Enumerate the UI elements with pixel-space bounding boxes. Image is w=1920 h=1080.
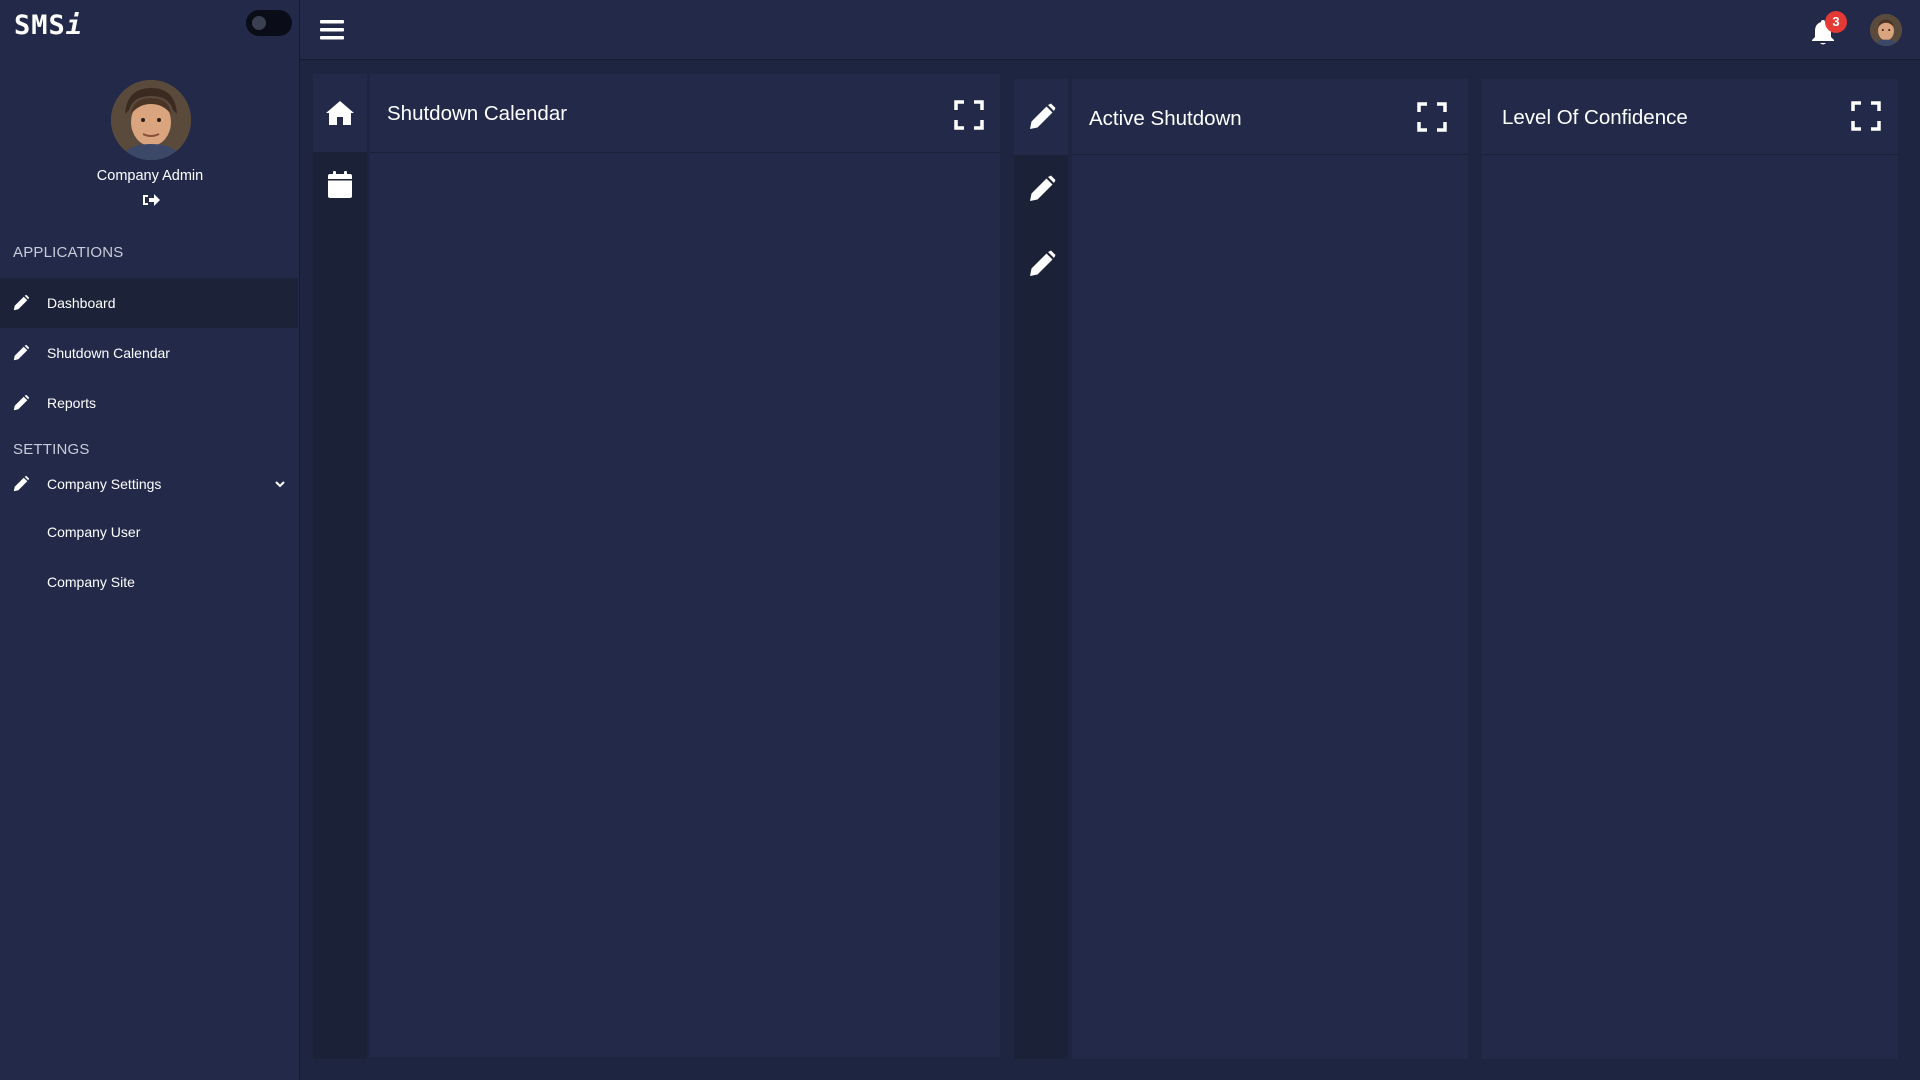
pencil-icon[interactable] xyxy=(1027,249,1057,279)
shutdown-calendar-panel: Shutdown Calendar xyxy=(370,74,1000,1057)
user-avatar[interactable] xyxy=(1870,14,1902,46)
pencil-icon xyxy=(13,344,30,361)
expand-icon[interactable] xyxy=(954,100,984,130)
pencil-icon[interactable] xyxy=(1027,102,1057,132)
sidebar-item-label: Reports xyxy=(47,395,97,411)
sidebar-item-label: Company Settings xyxy=(47,476,162,492)
panel-title: Level Of Confidence xyxy=(1502,106,1688,129)
panel-header: Shutdown Calendar xyxy=(370,74,1000,153)
panel-header: Level Of Confidence xyxy=(1482,79,1898,155)
logout-icon[interactable] xyxy=(142,192,160,208)
sidebar-item-company-site[interactable]: Company Site xyxy=(0,557,298,607)
brand-logo[interactable]: SMSi xyxy=(14,10,83,41)
sidebar: SMSi Company Admin APPLICATIONS Dashboar… xyxy=(0,0,300,1080)
section-title-settings: SETTINGS xyxy=(13,441,90,458)
sidebar-item-reports[interactable]: Reports xyxy=(0,378,298,428)
expand-icon[interactable] xyxy=(1417,102,1447,132)
toggle-knob xyxy=(252,16,266,30)
profile-avatar[interactable] xyxy=(111,80,191,160)
notification-badge: 3 xyxy=(1825,11,1847,33)
profile-name: Company Admin xyxy=(96,168,204,184)
panel-header: Active Shutdown xyxy=(1072,79,1468,155)
hamburger-menu-icon[interactable] xyxy=(320,20,344,40)
chevron-down-icon xyxy=(275,481,285,488)
pencil-icon xyxy=(13,294,30,311)
expand-icon[interactable] xyxy=(1851,101,1881,131)
section-title-applications: APPLICATIONS xyxy=(13,244,124,261)
panel-icon-rail-left xyxy=(313,74,367,1059)
sidebar-item-label: Shutdown Calendar xyxy=(47,345,170,361)
panel-title: Shutdown Calendar xyxy=(387,102,568,125)
topbar: 3 xyxy=(300,0,1920,60)
sidebar-item-label: Company Site xyxy=(47,574,135,590)
active-shutdown-panel: Active Shutdown xyxy=(1072,79,1468,1059)
pencil-icon xyxy=(13,394,30,411)
calendar-icon[interactable] xyxy=(325,170,355,200)
pencil-icon xyxy=(13,475,30,492)
sidebar-item-dashboard[interactable]: Dashboard xyxy=(0,278,298,328)
panel-title: Active Shutdown xyxy=(1089,107,1242,130)
home-icon[interactable] xyxy=(325,98,355,128)
level-of-confidence-panel: Level Of Confidence xyxy=(1482,79,1898,1059)
avatar-face-icon xyxy=(111,80,191,160)
panel-icon-rail-middle xyxy=(1014,79,1068,1059)
sidebar-item-company-settings[interactable]: Company Settings xyxy=(0,459,298,509)
pencil-icon[interactable] xyxy=(1027,174,1057,204)
brand-text: SMS xyxy=(14,10,66,41)
sidebar-item-label: Dashboard xyxy=(47,295,116,311)
theme-toggle[interactable] xyxy=(246,10,292,36)
brand-suffix: i xyxy=(65,10,84,41)
sidebar-item-label: Company User xyxy=(47,524,141,540)
sidebar-item-company-user[interactable]: Company User xyxy=(0,507,298,557)
sidebar-item-shutdown-calendar[interactable]: Shutdown Calendar xyxy=(0,328,298,378)
avatar-face-icon xyxy=(1870,14,1902,46)
